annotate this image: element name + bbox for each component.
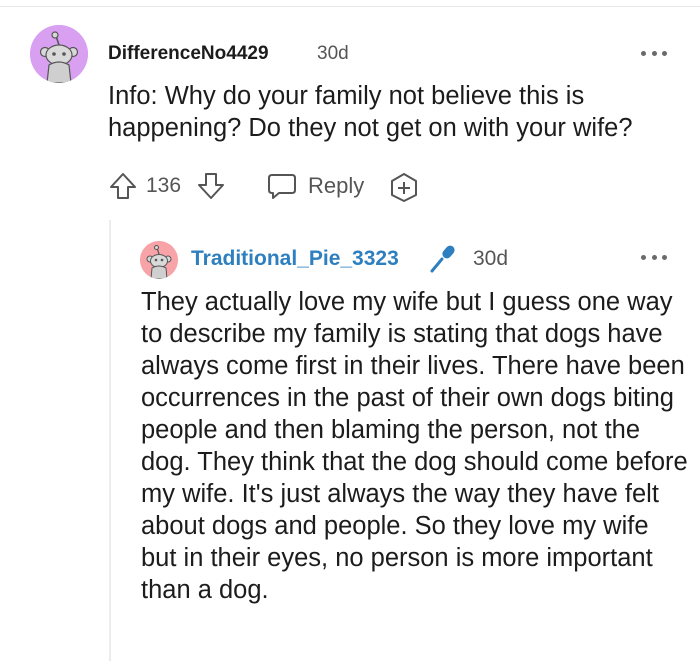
reply-button[interactable]: Reply	[308, 173, 364, 199]
arrow-up-icon[interactable]	[108, 171, 138, 201]
comment-timestamp: 30d	[317, 43, 349, 64]
reply-author[interactable]: Traditional_Pie_3323	[191, 247, 399, 271]
snoo-avatar-icon	[140, 241, 178, 279]
more-dots-icon[interactable]	[641, 252, 667, 262]
reply-body: They actually love my wife but I guess o…	[141, 288, 688, 604]
reply-timestamp: 30d	[473, 247, 509, 270]
speech-bubble-icon[interactable]	[266, 171, 298, 201]
comment-author[interactable]: DifferenceNo4429	[108, 43, 269, 65]
avatar[interactable]	[30, 25, 88, 83]
more-dots-icon[interactable]	[641, 48, 667, 58]
arrow-down-icon[interactable]	[196, 171, 226, 201]
vote-score: 136	[146, 174, 182, 197]
award-plus-icon[interactable]	[388, 171, 420, 203]
comment-body: Info: Why do your family not believe thi…	[108, 82, 633, 142]
thread-line[interactable]	[109, 220, 111, 661]
reply-avatar[interactable]	[140, 241, 178, 279]
microphone-icon	[427, 243, 459, 280]
snoo-avatar-icon	[30, 25, 88, 83]
top-divider	[0, 6, 700, 7]
